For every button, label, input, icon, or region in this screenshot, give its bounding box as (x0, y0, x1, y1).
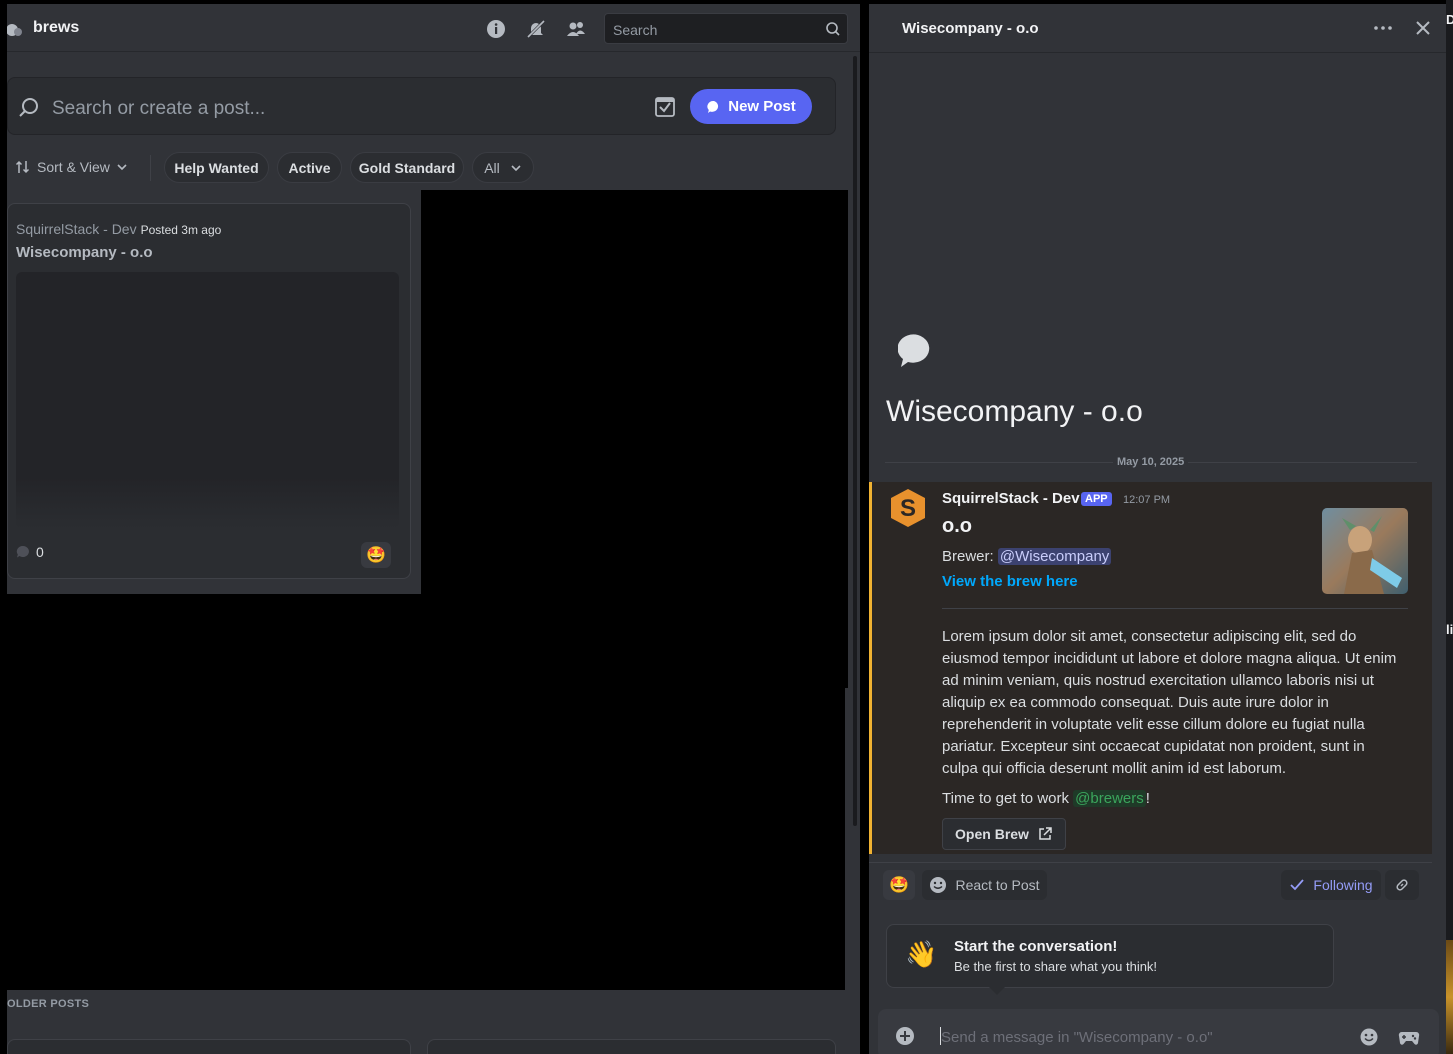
thread-header: Wisecompany - o.o (869, 4, 1446, 53)
chevron-down-icon (511, 164, 521, 171)
view-brew-link[interactable]: View the brew here (942, 573, 1078, 590)
forum-topbar: brews Search (7, 4, 860, 52)
tag-all-dropdown[interactable]: All (472, 152, 534, 183)
post-search-bar[interactable]: Search or create a post... New Post (7, 77, 836, 135)
top-search-placeholder: Search (613, 22, 658, 38)
forum-post-card[interactable]: SquirrelStack - Dev Posted 3m ago Wisecom… (7, 203, 411, 579)
tag-help-wanted[interactable]: Help Wanted (164, 152, 269, 183)
open-brew-label: Open Brew (955, 826, 1029, 842)
comment-icon (16, 545, 29, 558)
react-to-post-button[interactable]: React to Post (922, 870, 1047, 900)
start-conversation-subtitle: Be the first to share what you think! (954, 959, 1158, 974)
older-post-card[interactable] (427, 1039, 836, 1054)
embed-image (1322, 508, 1408, 594)
app-badge: APP (1081, 492, 1112, 506)
new-post-label: New Post (728, 98, 796, 115)
new-post-button[interactable]: New Post (690, 89, 812, 124)
message-body: Lorem ipsum dolor sit amet, consectetur … (942, 628, 1397, 777)
channel-name: brews (33, 19, 80, 36)
post-meta: SquirrelStack - Dev Posted 3m ago (16, 221, 221, 237)
older-post-card[interactable] (7, 1039, 411, 1054)
info-icon[interactable] (485, 18, 507, 40)
embed-thumbnail[interactable] (1322, 508, 1408, 594)
close-icon[interactable] (1413, 18, 1433, 38)
top-search-input[interactable]: Search (604, 13, 848, 44)
thread-pane: Wisecompany - o.o Wisecompany - o.o May … (869, 4, 1446, 1054)
thread-title: Wisecompany - o.o (886, 395, 1143, 428)
search-icon (826, 22, 840, 36)
post-search-placeholder: Search or create a post... (52, 98, 266, 119)
checkmark-icon (1290, 879, 1305, 891)
post-thumbnail (16, 272, 399, 529)
wallpaper-fragment (1446, 940, 1453, 1054)
add-attachment-icon[interactable] (895, 1026, 915, 1046)
bot-avatar[interactable]: S (888, 488, 928, 528)
embed-divider (942, 608, 1408, 609)
link-icon (1396, 879, 1408, 891)
post-reaction[interactable]: 🤩 (361, 542, 391, 568)
thread-bubble-icon (898, 334, 930, 367)
filter-divider (150, 155, 151, 181)
start-conversation-prompt: 👋 Start the conversation! Be the first t… (886, 924, 1334, 995)
post-reaction[interactable]: 🤩 (883, 870, 915, 900)
open-brew-button[interactable]: Open Brew (942, 818, 1066, 850)
mute-bell-icon[interactable] (525, 18, 547, 40)
forum-scrollbar[interactable] (853, 56, 857, 826)
post-comment-count: 0 (16, 544, 44, 560)
react-to-post-label: React to Post (955, 877, 1040, 893)
edge-text: li (1446, 622, 1453, 637)
waving-hand-emoji: 👋 (905, 939, 938, 969)
embed-title: o.o (942, 515, 972, 537)
tag-gold-standard[interactable]: Gold Standard (350, 152, 464, 183)
members-icon[interactable] (565, 18, 587, 40)
copy-link-button[interactable] (1385, 870, 1419, 900)
date-label: May 10, 2025 (1113, 456, 1189, 468)
chevron-down-icon (117, 164, 127, 171)
forum-channel-icon (7, 24, 22, 36)
emoji-picker-icon[interactable] (1359, 1027, 1379, 1047)
svg-text:S: S (900, 495, 916, 522)
post-time: Posted 3m ago (140, 223, 222, 237)
tag-filter-icon[interactable] (654, 96, 676, 118)
tag-all-label: All (484, 159, 500, 176)
tag-active[interactable]: Active (277, 152, 342, 183)
post-title: Wisecompany - o.o (16, 244, 153, 261)
search-icon (19, 98, 38, 117)
following-button[interactable]: Following (1281, 870, 1381, 900)
window-edge (1446, 0, 1453, 1054)
chat-bubble-icon (707, 100, 719, 113)
sort-view-button[interactable]: Sort & View (15, 159, 128, 175)
message-time: 12:07 PM (1123, 494, 1171, 506)
external-link-icon (1039, 827, 1052, 840)
sort-icon (15, 160, 30, 174)
brewer-mention[interactable]: @Wisecompany (997, 548, 1112, 565)
emoji-smile-icon (930, 877, 947, 893)
brewers-role-mention[interactable]: @brewers (1073, 790, 1146, 807)
edge-text: D (1446, 12, 1453, 27)
composer-placeholder: Send a message in "Wisecompany - o.o" (941, 1029, 1213, 1046)
sort-view-label: Sort & View (37, 159, 110, 175)
following-label: Following (1313, 877, 1373, 893)
redacted-area (2, 594, 845, 990)
cta-suffix: ! (1145, 790, 1150, 807)
message-composer[interactable]: Send a message in "Wisecompany - o.o" (878, 1009, 1439, 1054)
thread-header-title: Wisecompany - o.o (902, 20, 1039, 37)
comment-count-value: 0 (36, 544, 44, 560)
activities-gamepad-icon[interactable] (1398, 1027, 1420, 1047)
brewer-label: Brewer: (942, 548, 994, 565)
start-conversation-title: Start the conversation! (954, 938, 1118, 955)
message-author[interactable]: SquirrelStack - Dev (942, 490, 1080, 507)
prompt-tail (989, 987, 1005, 995)
more-options-icon[interactable] (1373, 18, 1393, 38)
cta-text: Time to get to work (942, 790, 1069, 807)
starter-message: S SquirrelStack - Dev APP 12:07 PM o.o B… (869, 482, 1432, 854)
older-posts-heading: OLDER POSTS (7, 998, 90, 1010)
message-call-to-action: Time to get to work @brewers! (942, 790, 1150, 807)
brewer-line: Brewer: @Wisecompany (942, 548, 1112, 565)
reaction-divider (869, 862, 1432, 863)
filter-bar: Sort & View Help Wanted Active Gold Stan… (7, 152, 847, 184)
post-author: SquirrelStack - Dev (16, 221, 137, 237)
